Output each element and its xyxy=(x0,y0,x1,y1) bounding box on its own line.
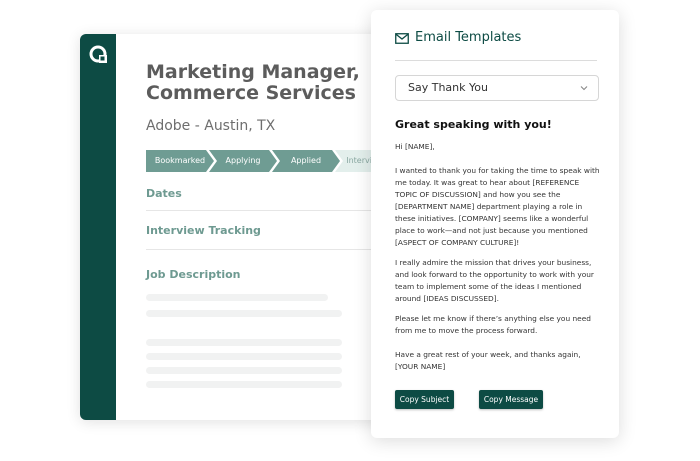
template-select[interactable]: Say Thank You xyxy=(395,75,599,101)
section-interview-tracking[interactable]: Interview Tracking xyxy=(146,224,261,237)
placeholder-line xyxy=(146,381,342,388)
selected-template: Say Thank You xyxy=(408,81,488,94)
divider xyxy=(146,249,376,250)
job-title: Marketing Manager, Commerce Services xyxy=(146,61,360,104)
email-templates-header: Email Templates xyxy=(395,30,597,48)
job-company-location: Adobe - Austin, TX xyxy=(146,118,276,134)
divider xyxy=(146,210,376,211)
email-subject: Great speaking with you! xyxy=(395,118,552,131)
stage-label: Bookmarked xyxy=(154,156,206,165)
placeholder-line xyxy=(146,310,342,317)
panel-title: Email Templates xyxy=(415,30,522,45)
stage-bookmarked[interactable]: Bookmarked xyxy=(146,150,214,172)
job-card: Marketing Manager, Commerce Services Ado… xyxy=(80,34,390,420)
stage-label: Applied xyxy=(290,156,322,165)
copy-subject-button[interactable]: Copy Subject xyxy=(395,390,454,409)
stage-label: Applying xyxy=(225,156,261,165)
stage-applying[interactable]: Applying xyxy=(209,150,277,172)
placeholder-line xyxy=(146,339,342,346)
email-paragraph-2: I really admire the mission that drives … xyxy=(395,258,594,303)
email-greeting: Hi [NAME], xyxy=(395,142,435,151)
placeholder-line xyxy=(146,367,342,374)
email-paragraph-3: Please let me know if there’s anything e… xyxy=(395,314,591,335)
divider xyxy=(395,60,597,61)
copy-message-button[interactable]: Copy Message xyxy=(479,390,543,409)
placeholder-line xyxy=(146,353,342,360)
job-details: Marketing Manager, Commerce Services Ado… xyxy=(146,34,390,420)
application-stage-tracker: Bookmarked Applying Applied Interviewing xyxy=(146,150,390,172)
job-sidebar xyxy=(80,34,116,420)
chevron-down-icon xyxy=(580,86,588,91)
section-dates[interactable]: Dates xyxy=(146,187,182,200)
mail-icon xyxy=(395,33,409,44)
stage-applied[interactable]: Applied xyxy=(272,150,340,172)
email-paragraph-1: I wanted to thank you for taking the tim… xyxy=(395,166,600,247)
app-logo-icon[interactable] xyxy=(88,44,110,66)
email-paragraph-4: Have a great rest of your week, and than… xyxy=(395,350,581,371)
placeholder-line xyxy=(146,294,328,301)
email-templates-panel: Email Templates Say Thank You Great spea… xyxy=(371,10,619,438)
section-job-description[interactable]: Job Description xyxy=(146,268,241,281)
